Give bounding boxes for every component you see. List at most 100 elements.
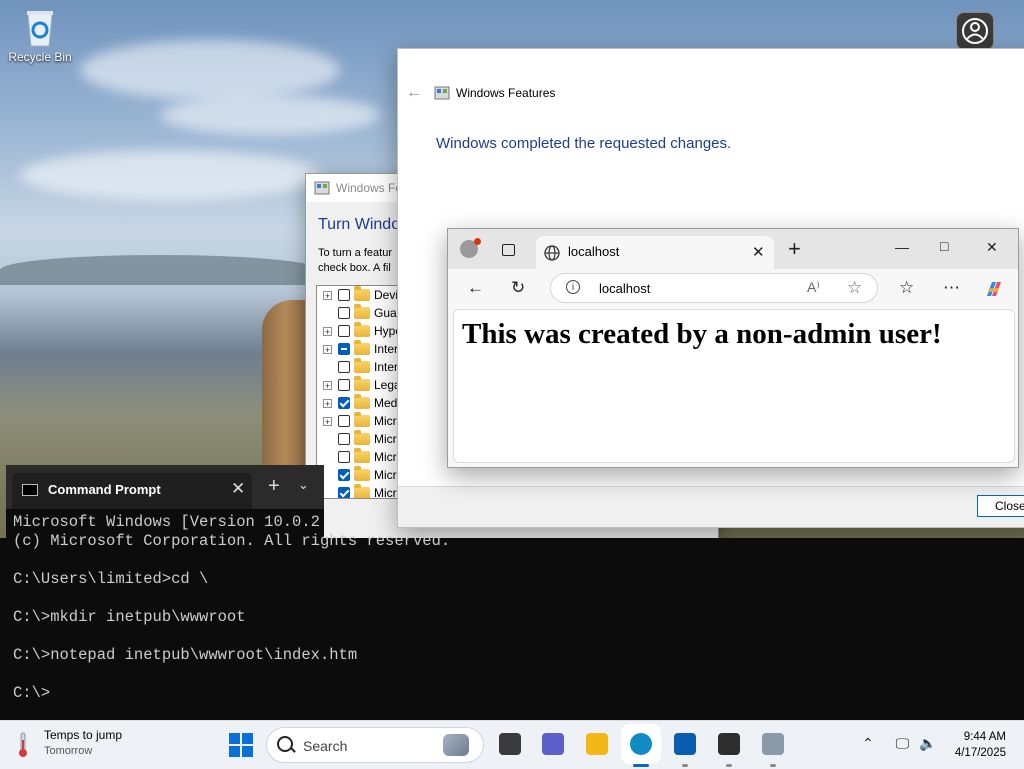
volume-icon[interactable]: 🔈 — [919, 735, 936, 751]
back-icon[interactable]: ← — [467, 279, 484, 297]
taskbar-app-edge[interactable] — [626, 729, 656, 759]
windows-logo-pane — [242, 733, 253, 744]
new-tab-icon[interactable]: + — [268, 476, 280, 496]
windows-features-header: ← Windows Features — [406, 85, 555, 101]
terminal-line: C:\>notepad inetpub\wwwroot\index.htm — [13, 646, 358, 664]
browser-tab[interactable]: localhost ✕ — [536, 236, 774, 269]
tree-row-label: Inter — [374, 342, 399, 356]
start-button[interactable] — [229, 733, 253, 757]
new-tab-icon[interactable]: + — [788, 238, 801, 260]
more-options-icon[interactable]: ⋯ — [943, 279, 960, 297]
weather-subtitle: Tomorrow — [44, 745, 93, 757]
system-tray[interactable]: ⌃ 🖵 🔈 — [862, 735, 936, 752]
expand-icon[interactable]: + — [323, 344, 332, 354]
desktop-icon-recycle-bin[interactable]: Recycle Bin — [4, 6, 76, 64]
expand-icon[interactable]: + — [323, 398, 332, 408]
profile-avatar-icon[interactable] — [460, 238, 481, 258]
favorite-star-icon[interactable]: ☆ — [847, 278, 862, 298]
expand-icon[interactable]: + — [323, 416, 332, 426]
thermometer-icon — [19, 732, 27, 757]
windows-features-icon — [762, 733, 784, 755]
terminal-line: C:\> — [13, 684, 51, 702]
site-info-icon[interactable]: i — [566, 280, 580, 294]
folder-icon — [354, 304, 370, 319]
read-aloud-icon[interactable]: A⁾ — [807, 279, 820, 296]
weather-widget[interactable]: Temps to jump Tomorrow — [16, 727, 122, 759]
feature-checkbox[interactable] — [338, 415, 350, 427]
address-url: localhost — [599, 281, 651, 296]
terminal-tab[interactable]: Command Prompt ✕ — [12, 473, 252, 509]
expand-icon[interactable]: + — [323, 326, 332, 336]
windows-features-icon — [434, 86, 450, 100]
tab-actions-icon[interactable] — [502, 244, 515, 256]
feature-checkbox[interactable] — [338, 451, 350, 463]
folder-icon — [354, 448, 370, 463]
microsoft-store-icon — [674, 733, 696, 755]
terminal-line: C:\>mkdir inetpub\wwwroot — [13, 608, 246, 626]
taskbar-app-teams[interactable] — [538, 729, 568, 759]
address-bar[interactable]: i localhost A⁾ ☆ — [550, 273, 878, 303]
taskbar-app-microsoft-store[interactable] — [670, 729, 700, 759]
windows-logo-pane — [229, 733, 240, 744]
refresh-icon[interactable]: ↻ — [511, 279, 525, 297]
minimize-icon[interactable]: — — [895, 239, 909, 255]
page-heading: This was created by a non-admin user! — [462, 318, 942, 350]
tree-row-label: Inter — [374, 360, 399, 374]
person-circle-icon — [962, 18, 988, 44]
tree-row-label: Micr — [374, 450, 397, 464]
close-window-icon[interactable]: ✕ — [986, 239, 998, 256]
chevron-down-icon[interactable]: ⌄ — [298, 477, 309, 493]
tab-title: localhost — [568, 244, 620, 259]
windows-logo-pane — [229, 746, 240, 757]
folder-icon — [354, 340, 370, 355]
feature-checkbox[interactable] — [338, 433, 350, 445]
classic-heading: Turn Windo — [318, 216, 401, 233]
feature-checkbox[interactable] — [338, 397, 350, 409]
feature-checkbox[interactable] — [338, 379, 350, 391]
clock-time: 9:44 AM — [963, 731, 1006, 743]
chevron-up-icon[interactable]: ⌃ — [862, 735, 874, 751]
edge-icon — [630, 733, 652, 755]
windows-logo-pane — [242, 746, 253, 757]
clock[interactable]: 9:44 AM 4/17/2025 — [944, 729, 1006, 761]
favorites-icon[interactable]: ☆ — [899, 279, 914, 297]
taskbar-app-windows-features[interactable] — [758, 729, 788, 759]
feature-checkbox[interactable] — [338, 487, 350, 498]
terminal-line: Microsoft Windows [Version 10.0.2 — [13, 513, 320, 531]
copilot-icon[interactable] — [983, 278, 1005, 300]
expand-icon[interactable]: + — [323, 380, 332, 390]
search-placeholder: Search — [303, 738, 348, 754]
feature-checkbox[interactable] — [338, 289, 350, 301]
running-indicator — [682, 764, 688, 767]
browser-toolbar: ← ↻ i localhost A⁾ ☆ ☆ ⋯ — [448, 269, 1018, 309]
close-tab-icon[interactable]: ✕ — [231, 479, 245, 499]
feature-checkbox[interactable] — [338, 361, 350, 373]
folder-icon — [354, 394, 370, 409]
tree-row-label: Micr — [374, 486, 397, 499]
feature-checkbox[interactable] — [338, 343, 350, 355]
taskbar-app-file-explorer[interactable] — [582, 729, 612, 759]
task-view-icon — [499, 733, 521, 755]
accessibility-corner-button[interactable] — [956, 12, 994, 50]
feature-checkbox[interactable] — [338, 307, 350, 319]
terminal-titlebar[interactable]: Command Prompt ✕ + ⌄ — [6, 465, 324, 509]
back-arrow-icon[interactable]: ← — [406, 85, 422, 101]
network-icon[interactable]: 🖵 — [896, 735, 910, 751]
expand-icon[interactable]: + — [323, 290, 332, 300]
tree-row-label: Micr — [374, 468, 397, 482]
taskbar-app-terminal[interactable] — [714, 729, 744, 759]
maximize-icon[interactable]: □ — [940, 238, 948, 254]
close-tab-icon[interactable]: ✕ — [752, 243, 765, 261]
taskbar-app-task-view[interactable] — [495, 729, 525, 759]
taskbar-search[interactable]: Search — [266, 727, 484, 763]
feature-checkbox[interactable] — [338, 469, 350, 481]
tree-row-label: Micr — [374, 432, 397, 446]
weather-title: Temps to jump — [44, 728, 123, 742]
feature-checkbox[interactable] — [338, 325, 350, 337]
cmd-icon — [22, 484, 38, 496]
